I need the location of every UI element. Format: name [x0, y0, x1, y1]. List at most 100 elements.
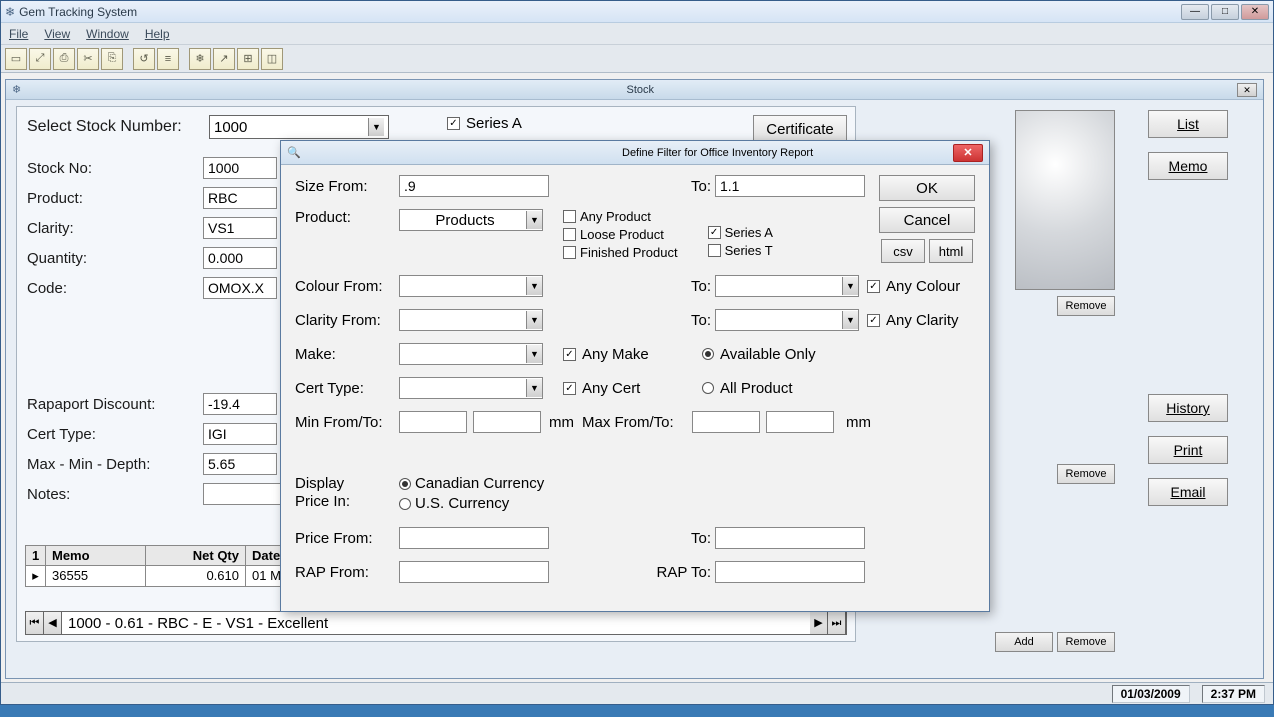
series-a-filter-label: Series A	[725, 225, 773, 240]
product-field[interactable]	[203, 187, 277, 209]
toolbar-btn-9[interactable]: ↗	[213, 48, 235, 70]
rap-from-input[interactable]	[399, 561, 549, 583]
price-from-label: Price From:	[295, 530, 399, 547]
close-button[interactable]: ✕	[1241, 4, 1269, 20]
toolbar-btn-8[interactable]: ❄	[189, 48, 211, 70]
certtype-field[interactable]	[203, 423, 277, 445]
nav-prev-button[interactable]: ◀	[44, 612, 62, 634]
cad-currency-radio[interactable]	[399, 478, 411, 490]
available-only-radio[interactable]	[702, 348, 714, 360]
any-cert-checkbox[interactable]: ✓	[563, 382, 576, 395]
history-button[interactable]: History	[1148, 394, 1228, 422]
colour-from-select[interactable]: ▼	[399, 275, 543, 297]
stockno-field[interactable]	[203, 157, 277, 179]
all-product-radio[interactable]	[702, 382, 714, 394]
certtype-filter-label: Cert Type:	[295, 380, 399, 397]
mm-unit-1: mm	[549, 414, 574, 431]
max-from-input[interactable]	[692, 411, 760, 433]
product-label: Product:	[27, 190, 203, 207]
cancel-button[interactable]: Cancel	[879, 207, 975, 233]
clarity-from-select[interactable]: ▼	[399, 309, 543, 331]
nav-next-button[interactable]: ▶	[810, 612, 828, 634]
finished-product-checkbox[interactable]	[563, 246, 576, 259]
toolbar-btn-6[interactable]: ↺	[133, 48, 155, 70]
toolbar-btn-5[interactable]: ⎘	[101, 48, 123, 70]
toolbar-btn-10[interactable]: ⊞	[237, 48, 259, 70]
price-from-input[interactable]	[399, 527, 549, 549]
status-date: 01/03/2009	[1112, 685, 1190, 703]
any-colour-checkbox[interactable]: ✓	[867, 280, 880, 293]
add-button[interactable]: Add	[995, 632, 1053, 652]
series-a-checkbox[interactable]: ✓	[447, 117, 460, 130]
us-currency-radio[interactable]	[399, 498, 411, 510]
menu-window[interactable]: Window	[86, 27, 129, 41]
certificate-button[interactable]: Certificate	[753, 115, 847, 143]
clarity-to-select[interactable]: ▼	[715, 309, 859, 331]
toolbar-btn-1[interactable]: ▭	[5, 48, 27, 70]
maximize-button[interactable]: □	[1211, 4, 1239, 20]
html-button[interactable]: html	[929, 239, 973, 263]
toolbar-btn-3[interactable]: ⎙	[53, 48, 75, 70]
certtype-select[interactable]: ▼	[399, 377, 543, 399]
dialog-close-button[interactable]: ✕	[953, 144, 983, 162]
colour-from-label: Colour From:	[295, 278, 399, 295]
grid-col-netqty[interactable]: Net Qty	[146, 546, 246, 565]
product-select[interactable]: Products▼	[399, 209, 543, 231]
mmd-field[interactable]	[203, 453, 277, 475]
minimize-button[interactable]: —	[1181, 4, 1209, 20]
any-make-checkbox[interactable]: ✓	[563, 348, 576, 361]
max-to-input[interactable]	[766, 411, 834, 433]
menu-view[interactable]: View	[44, 27, 70, 41]
stock-number-select[interactable]: 1000 ▼	[209, 115, 389, 139]
code-field[interactable]	[203, 277, 277, 299]
clarity-field[interactable]	[203, 217, 277, 239]
any-make-label: Any Make	[582, 346, 702, 363]
toolbar: ▭ ⤢ ⎙ ✂ ⎘ ↺ ≡ ❄ ↗ ⊞ ◫	[1, 45, 1273, 73]
colour-to-label: To:	[673, 278, 715, 295]
print-button[interactable]: Print	[1148, 436, 1228, 464]
min-to-input[interactable]	[473, 411, 541, 433]
all-product-label: All Product	[720, 380, 793, 397]
price-to-input[interactable]	[715, 527, 865, 549]
quantity-field[interactable]	[203, 247, 277, 269]
min-from-input[interactable]	[399, 411, 467, 433]
certtype-label: Cert Type:	[27, 426, 203, 443]
memo-button[interactable]: Memo	[1148, 152, 1228, 180]
series-t-filter-checkbox[interactable]	[708, 244, 721, 257]
menu-help[interactable]: Help	[145, 27, 170, 41]
size-to-input[interactable]	[715, 175, 865, 197]
size-from-input[interactable]	[399, 175, 549, 197]
any-product-checkbox[interactable]	[563, 210, 576, 223]
grid-col-selector[interactable]: 1	[26, 546, 46, 565]
toolbar-btn-4[interactable]: ✂	[77, 48, 99, 70]
email-button[interactable]: Email	[1148, 478, 1228, 506]
us-currency-label: U.S. Currency	[415, 495, 509, 512]
any-clarity-checkbox[interactable]: ✓	[867, 314, 880, 327]
grid-cell-memo: 36555	[46, 566, 146, 586]
series-a-filter-checkbox[interactable]: ✓	[708, 226, 721, 239]
toolbar-btn-2[interactable]: ⤢	[29, 48, 51, 70]
rap-discount-field[interactable]	[203, 393, 277, 415]
toolbar-btn-7[interactable]: ≡	[157, 48, 179, 70]
ok-button[interactable]: OK	[879, 175, 975, 201]
action-panel: List Memo History Print Email	[1123, 110, 1253, 520]
loose-product-checkbox[interactable]	[563, 228, 576, 241]
any-cert-label: Any Cert	[582, 380, 702, 397]
remove-button-3[interactable]: Remove	[1057, 632, 1115, 652]
make-select[interactable]: ▼	[399, 343, 543, 365]
grid-cell-netqty: 0.610	[146, 566, 246, 586]
remove-image-button[interactable]: Remove	[1057, 296, 1115, 316]
csv-button[interactable]: csv	[881, 239, 925, 263]
product-filter-label: Product:	[295, 209, 399, 226]
list-button[interactable]: List	[1148, 110, 1228, 138]
nav-last-button[interactable]: ⏭	[828, 612, 846, 634]
nav-first-button[interactable]: ⏮	[26, 612, 44, 634]
menu-file[interactable]: File	[9, 27, 28, 41]
stock-close-button[interactable]: ✕	[1237, 83, 1257, 97]
grid-col-memo[interactable]: Memo	[46, 546, 146, 565]
grid-row-selector: ▸	[26, 566, 46, 586]
rap-to-input[interactable]	[715, 561, 865, 583]
remove-button-2[interactable]: Remove	[1057, 464, 1115, 484]
colour-to-select[interactable]: ▼	[715, 275, 859, 297]
toolbar-btn-11[interactable]: ◫	[261, 48, 283, 70]
